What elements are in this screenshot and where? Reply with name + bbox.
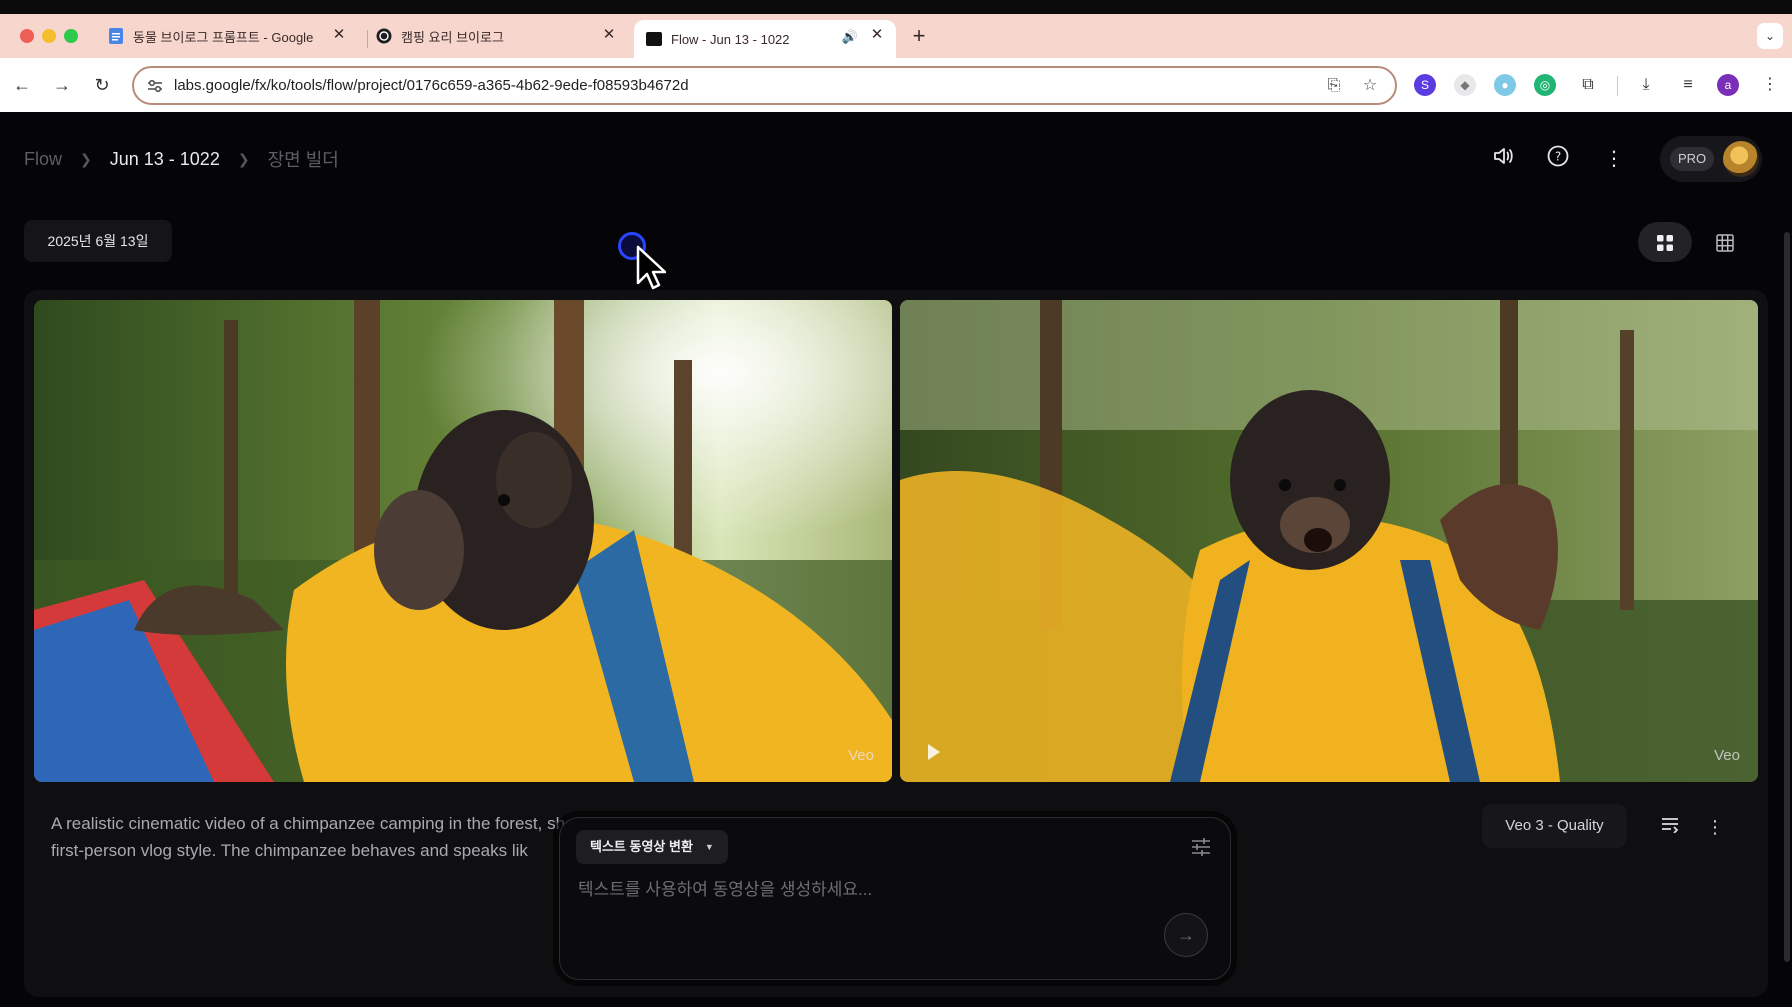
card-more-options-icon[interactable]: ⋮ — [1702, 814, 1728, 840]
prompt-text[interactable]: A realistic cinematic video of a chimpan… — [51, 810, 611, 864]
sound-toggle-icon[interactable] — [1489, 145, 1517, 173]
pro-badge: PRO — [1670, 147, 1715, 171]
chatgpt-icon — [376, 28, 392, 44]
close-tab-icon[interactable]: ✕ — [600, 26, 618, 44]
audio-playing-icon[interactable]: 🔊 — [842, 29, 858, 45]
svg-text:?: ? — [1555, 150, 1561, 164]
browser-menu-icon[interactable]: ⋮ — [1758, 73, 1782, 97]
url-text: labs.google/fx/ko/tools/flow/project/017… — [174, 77, 689, 94]
tab-flow[interactable]: Flow - Jun 13 - 1022 🔊 ✕ — [634, 20, 896, 58]
chevron-right-icon: ❯ — [80, 150, 92, 167]
extension-s-icon[interactable]: S — [1414, 74, 1436, 96]
media-controls-icon[interactable]: ≡ — [1676, 73, 1700, 97]
scrollbar[interactable] — [1784, 232, 1790, 962]
back-button[interactable]: ← — [8, 71, 36, 99]
grid-large-view-icon[interactable] — [1638, 222, 1692, 262]
extension-green-icon[interactable]: ◎ — [1534, 74, 1556, 96]
forward-button[interactable]: → — [48, 71, 76, 99]
prompt-input[interactable] — [578, 880, 1138, 900]
generation-mode-label: 텍스트 동영상 변환 — [590, 839, 693, 854]
chimpanzee-forest-video-1 — [34, 300, 892, 782]
caret-down-icon: ▼ — [704, 842, 714, 852]
send-arrow-icon[interactable]: → — [1164, 913, 1208, 957]
tab-title: Flow - Jun 13 - 1022 — [671, 31, 790, 47]
veo-watermark: Veo — [848, 747, 874, 764]
close-tab-icon[interactable]: ✕ — [868, 26, 886, 44]
download-icon[interactable]: ⤓ — [1634, 73, 1658, 97]
breadcrumb-flow[interactable]: Flow — [24, 149, 62, 170]
video-thumbnail[interactable]: Veo — [34, 300, 892, 782]
breadcrumb-scene-builder[interactable]: 장면 빌더 — [268, 146, 339, 172]
video-thumbnail[interactable]: Veo — [900, 300, 1758, 782]
extensions-puzzle-icon[interactable]: ⧉ — [1576, 73, 1600, 97]
prompt-composer: 텍스트 동영상 변환 ▼ → — [559, 817, 1231, 980]
play-indicator-icon — [928, 744, 940, 760]
tab-chatgpt[interactable]: 캠핑 요리 브이로그 ✕ — [376, 20, 628, 52]
breadcrumb: Flow ❯ Jun 13 - 1022 ❯ 장면 빌더 — [24, 146, 339, 172]
flow-app: Flow ❯ Jun 13 - 1022 ❯ 장면 빌더 ? ⋮ PRO 202… — [0, 112, 1792, 1007]
reload-button[interactable]: ↻ — [88, 71, 116, 99]
help-icon[interactable]: ? — [1544, 145, 1572, 173]
account-pill[interactable]: PRO — [1660, 136, 1762, 182]
date-chip: 2025년 6월 13일 — [24, 220, 172, 262]
screen: 동물 브이로그 프롬프트 - Google ✕ 캠핑 요리 브이로그 ✕ Flo… — [0, 0, 1792, 1007]
veo-watermark: Veo — [1714, 747, 1740, 764]
more-options-icon[interactable]: ⋮ — [1600, 145, 1628, 173]
minimize-window-button[interactable] — [42, 29, 56, 43]
model-badge[interactable]: Veo 3 - Quality — [1482, 804, 1627, 848]
grid-small-view-icon[interactable] — [1698, 222, 1752, 262]
google-docs-icon — [108, 28, 124, 44]
view-toggle — [1638, 220, 1756, 264]
breadcrumb-project[interactable]: Jun 13 - 1022 — [110, 149, 220, 170]
translate-icon[interactable]: ⎘ — [1324, 76, 1344, 96]
bookmark-star-icon[interactable]: ☆ — [1360, 76, 1380, 96]
chimpanzee-forest-video-2 — [900, 300, 1758, 782]
settings-sliders-icon[interactable] — [1190, 836, 1212, 858]
address-bar[interactable]: labs.google/fx/ko/tools/flow/project/017… — [132, 66, 1397, 105]
site-settings-icon[interactable] — [146, 77, 164, 95]
browser-tab-bar: 동물 브이로그 프롬프트 - Google ✕ 캠핑 요리 브이로그 ✕ Flo… — [0, 0, 1792, 58]
generation-mode-dropdown[interactable]: 텍스트 동영상 변환 ▼ — [576, 830, 728, 864]
tab-title: 동물 브이로그 프롬프트 - Google — [133, 29, 314, 45]
tab-title: 캠핑 요리 브이로그 — [401, 29, 504, 45]
new-tab-button[interactable]: + — [907, 24, 931, 48]
chevron-right-icon: ❯ — [237, 150, 250, 167]
extension-colorful-icon[interactable]: ● — [1494, 74, 1516, 96]
maximize-window-button[interactable] — [64, 29, 78, 43]
profile-avatar[interactable]: a — [1717, 74, 1739, 96]
close-tab-icon[interactable]: ✕ — [330, 26, 348, 44]
reuse-prompt-icon[interactable] — [1658, 814, 1684, 840]
browser-toolbar: ← → ↻ labs.google/fx/ko/tools/flow/proje… — [0, 58, 1792, 112]
tab-search-button[interactable]: ⌄ — [1757, 23, 1783, 49]
close-window-button[interactable] — [20, 29, 34, 43]
flow-icon — [646, 31, 662, 47]
extension-grey-icon[interactable]: ◆ — [1454, 74, 1476, 96]
avatar[interactable] — [1723, 141, 1759, 177]
mouse-cursor-icon — [636, 245, 666, 290]
tab-docs[interactable]: 동물 브이로그 프롬프트 - Google ✕ — [108, 20, 358, 52]
